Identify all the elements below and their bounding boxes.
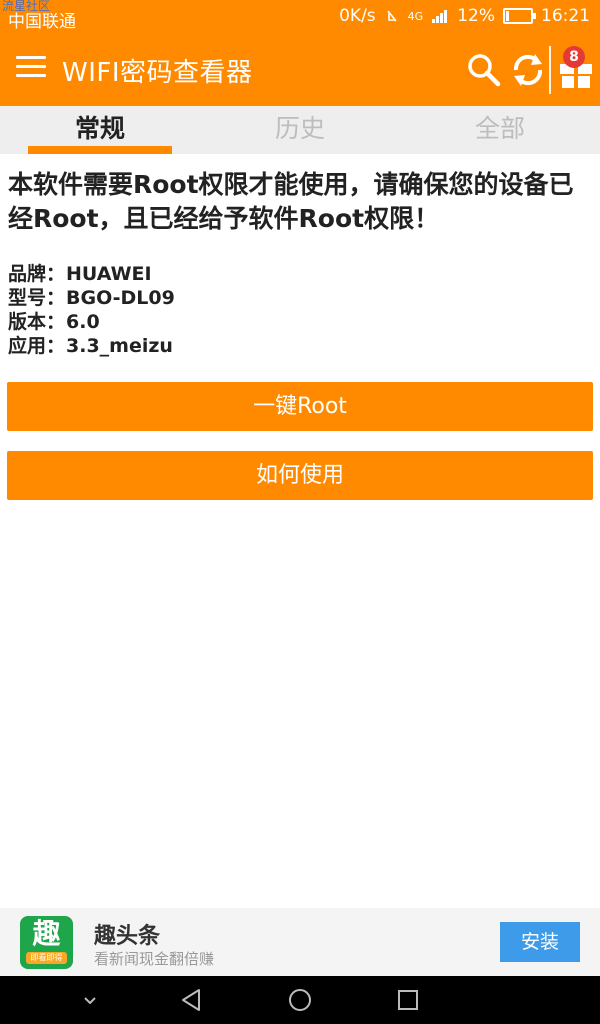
ad-app-logo[interactable]: 趣 即看即得: [20, 916, 73, 969]
carrier-label: 中国联通: [8, 12, 76, 32]
recents-icon[interactable]: [394, 986, 422, 1014]
app-bar: WIFI密码查看器 8: [0, 34, 600, 106]
refresh-icon[interactable]: [508, 50, 548, 90]
status-right: 0K/s 4G 12% 16:21: [339, 6, 590, 26]
ad-title: 趣头条: [94, 924, 161, 949]
info-value: 3.3_meizu: [66, 335, 173, 357]
info-row-app: 应用： 3.3_meizu: [8, 334, 592, 358]
info-row-brand: 品牌： HUAWEI: [8, 262, 592, 286]
ad-logo-caption: 即看即得: [26, 952, 67, 964]
tab-indicator: [28, 146, 172, 154]
main-content: 本软件需要Root权限才能使用，请确保您的设备已经Root，且已经给予软件Roo…: [8, 168, 592, 358]
info-key: 型号：: [8, 287, 66, 309]
info-key: 应用：: [8, 335, 66, 357]
menu-icon[interactable]: [16, 56, 46, 80]
info-key: 版本：: [8, 311, 66, 333]
net-speed: 0K/s: [339, 6, 376, 26]
root-warning: 本软件需要Root权限才能使用，请确保您的设备已经Root，且已经给予软件Roo…: [8, 170, 574, 233]
appbar-divider: [549, 46, 551, 94]
tab-history[interactable]: 历史: [200, 106, 400, 154]
battery-icon: [503, 8, 536, 24]
tab-all[interactable]: 全部: [400, 106, 600, 154]
network-type: 4G: [407, 9, 424, 23]
info-row-version: 版本： 6.0: [8, 310, 592, 334]
signal-icon: [432, 10, 448, 23]
info-row-model: 型号： BGO-DL09: [8, 286, 592, 310]
device-info: 品牌： HUAWEI 型号： BGO-DL09 版本： 6.0 应用： 3.3_…: [8, 262, 592, 358]
clock: 16:21: [541, 6, 590, 26]
how-to-use-button[interactable]: 如何使用: [7, 451, 593, 500]
notification-badge: 8: [563, 46, 585, 68]
ad-subtitle: 看新闻现金翻倍赚: [94, 950, 215, 968]
ad-logo-char: 趣: [32, 917, 61, 950]
info-value: BGO-DL09: [66, 287, 175, 309]
ad-banner[interactable]: 趣 即看即得 趣头条 看新闻现金翻倍赚 安装: [0, 908, 600, 976]
home-icon[interactable]: [286, 986, 314, 1014]
back-icon[interactable]: [178, 986, 206, 1014]
chevron-down-icon[interactable]: [76, 986, 104, 1014]
system-nav-bar: [0, 976, 600, 1024]
install-button[interactable]: 安装: [500, 922, 580, 962]
search-icon[interactable]: [464, 50, 504, 90]
info-key: 品牌：: [8, 263, 66, 285]
battery-percent: 12%: [457, 6, 495, 26]
status-bar: 流星社区 中国联通 0K/s 4G 12% 16:21: [0, 0, 600, 34]
vibrate-off-icon: [387, 10, 397, 22]
info-value: 6.0: [66, 311, 100, 333]
app-title: WIFI密码查看器: [62, 58, 253, 88]
one-click-root-button[interactable]: 一键Root: [7, 382, 593, 431]
info-value: HUAWEI: [66, 263, 152, 285]
